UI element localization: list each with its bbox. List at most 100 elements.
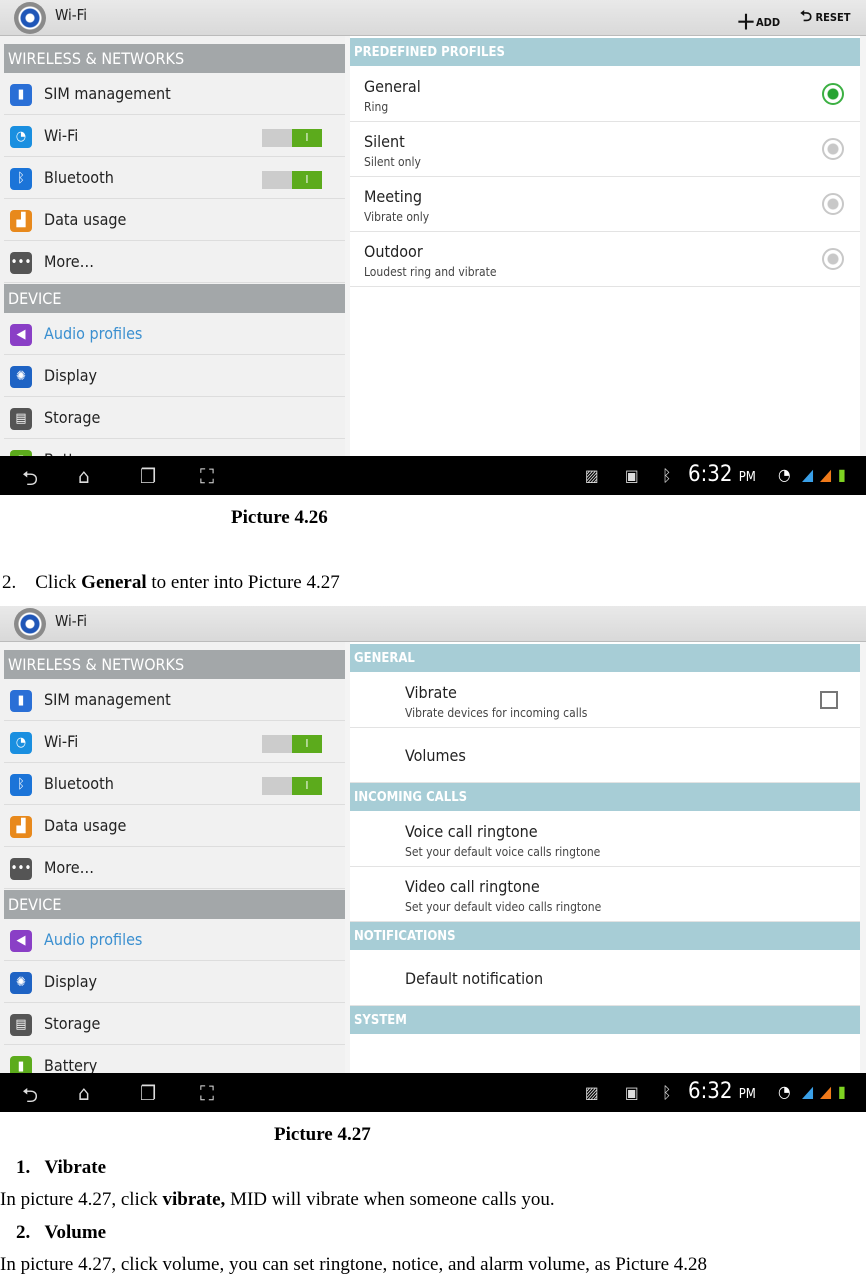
- step-2: 2. Click General to enter into Picture 4…: [2, 572, 340, 593]
- wifi-signal-icon: ◔: [778, 465, 791, 484]
- screenshot-icon[interactable]: ⛶: [200, 464, 214, 488]
- toggle-on: I: [292, 777, 322, 795]
- sidebar-item-label: Data usage: [44, 210, 127, 229]
- sidebar-item[interactable]: ▤ Storage: [4, 1004, 345, 1045]
- item-title: Outdoor: [364, 242, 423, 261]
- sim-icon: ▮: [10, 84, 32, 106]
- sim-icon: ▮: [10, 690, 32, 712]
- signal-2-icon: ◢: [820, 1082, 832, 1101]
- section-header: WIRELESS & NETWORKS: [4, 44, 345, 73]
- item-subtitle: Set your default voice calls ringtone: [405, 845, 601, 859]
- sidebar-item-label: Data usage: [44, 816, 127, 835]
- wifi-signal-icon: ◔: [778, 1082, 791, 1101]
- list-item[interactable]: Meeting Vibrate only: [350, 177, 860, 232]
- item-1-heading: 1. Vibrate: [16, 1157, 107, 1178]
- checkbox[interactable]: [820, 691, 838, 709]
- recent-apps-icon[interactable]: ❐: [140, 464, 156, 488]
- radio-button[interactable]: [822, 138, 844, 160]
- audio-icon: ◀: [10, 930, 32, 952]
- settings-sidebar: WIRELESS & NETWORKS ▮ SIM management ◔ Wi-Fi…: [0, 36, 345, 481]
- back-icon[interactable]: ⮌: [22, 1081, 38, 1112]
- title-bar: Wi-Fi ＋ADD ⮌ RESET: [0, 0, 866, 36]
- radio-button[interactable]: [822, 83, 844, 105]
- home-icon[interactable]: ⌂: [78, 1081, 89, 1105]
- screenshot-icon[interactable]: ⛶: [200, 1081, 214, 1105]
- list-item[interactable]: Volumes: [350, 728, 860, 783]
- settings-icon: [14, 608, 46, 640]
- title-text: Wi-Fi: [55, 612, 88, 630]
- sidebar-item[interactable]: ▮ SIM management: [4, 680, 345, 721]
- sidebar-item[interactable]: ✺ Display: [4, 962, 345, 1003]
- bluetooth-icon: ᛒ: [10, 774, 32, 796]
- add-button[interactable]: ＋ADD: [736, 6, 780, 35]
- toggle-switch[interactable]: I: [262, 171, 322, 189]
- title-text: Wi-Fi: [55, 6, 88, 24]
- signal-icon: ◢: [802, 1082, 814, 1101]
- sidebar-item-label: Storage: [44, 408, 101, 427]
- sidebar-item[interactable]: ᛒ Bluetooth I: [4, 764, 345, 805]
- item-subtitle: Loudest ring and vibrate: [364, 265, 497, 279]
- sidebar-item[interactable]: ✺ Display: [4, 356, 345, 397]
- sidebar-item[interactable]: ▮ SIM management: [4, 74, 345, 115]
- sidebar-item[interactable]: ◔ Wi-Fi I: [4, 722, 345, 763]
- item-subtitle: Silent only: [364, 155, 421, 169]
- more-icon: •••: [10, 858, 32, 880]
- sidebar-item[interactable]: ◀ Audio profiles: [4, 920, 345, 961]
- list-item[interactable]: General Ring: [350, 67, 860, 122]
- item-title: Meeting: [364, 187, 423, 206]
- sidebar-item[interactable]: ᛒ Bluetooth I: [4, 158, 345, 199]
- sidebar-item-label: Storage: [44, 1014, 101, 1033]
- sidebar-item-label: More…: [44, 252, 95, 271]
- sidebar-item[interactable]: ◀ Audio profiles: [4, 314, 345, 355]
- sidebar-item-label: Display: [44, 972, 98, 991]
- toggle-on: I: [292, 735, 322, 753]
- signal-icon: ◢: [802, 465, 814, 484]
- toggle-on: I: [292, 171, 322, 189]
- bluetooth-status-icon: ᛒ: [662, 466, 672, 485]
- sidebar-item[interactable]: ▟ Data usage: [4, 806, 345, 847]
- reset-button[interactable]: ⮌ RESET: [800, 6, 851, 31]
- sidebar-item[interactable]: ▤ Storage: [4, 398, 345, 439]
- section-header: NOTIFICATIONS: [350, 922, 860, 950]
- recent-apps-icon[interactable]: ❐: [140, 1081, 156, 1105]
- screenshot-picture-4-27: Wi-Fi WIRELESS & NETWORKS ▮ SIM management ◔…: [0, 606, 866, 1112]
- sidebar-item-label: Audio profiles: [44, 930, 143, 949]
- detail-panel: GENERAL Vibrate Vibrate devices for incomi…: [350, 642, 860, 1073]
- item-title: Video call ringtone: [405, 877, 540, 896]
- sidebar-item[interactable]: ▟ Data usage: [4, 200, 345, 241]
- title-bar: Wi-Fi: [0, 606, 866, 642]
- list-item[interactable]: Voice call ringtone Set your default voic…: [350, 812, 860, 867]
- home-icon[interactable]: ⌂: [78, 464, 89, 488]
- item-title: Silent: [364, 132, 405, 151]
- radio-button[interactable]: [822, 193, 844, 215]
- item-2-text: In picture 4.27, click volume, you can s…: [0, 1254, 708, 1275]
- sidebar-item-label: More…: [44, 858, 95, 877]
- section-header: DEVICE: [4, 284, 345, 313]
- settings-icon: [14, 2, 46, 34]
- list-item[interactable]: Silent Silent only: [350, 122, 860, 177]
- sidebar-item[interactable]: ◔ Wi-Fi I: [4, 116, 345, 157]
- sidebar-item[interactable]: ••• More…: [4, 848, 345, 889]
- section-header: PREDEFINED PROFILES: [350, 38, 860, 66]
- radio-button[interactable]: [822, 248, 844, 270]
- item-1-text: In picture 4.27, click vibrate, MID will…: [0, 1189, 555, 1210]
- undo-icon: ⮌: [800, 7, 813, 25]
- screenshot-picture-4-26: Wi-Fi ＋ADD ⮌ RESET WIRELESS & NETWORKS ▮ SIM …: [0, 0, 866, 495]
- toggle-switch[interactable]: I: [262, 777, 322, 795]
- toggle-switch[interactable]: I: [262, 129, 322, 147]
- list-item[interactable]: Video call ringtone Set your default vide…: [350, 867, 860, 922]
- item-subtitle: Vibrate only: [364, 210, 430, 224]
- back-icon[interactable]: ⮌: [22, 464, 38, 495]
- list-item[interactable]: Vibrate Vibrate devices for incoming call…: [350, 673, 860, 728]
- list-item[interactable]: Default notification: [350, 951, 860, 1006]
- toggle-switch[interactable]: I: [262, 735, 322, 753]
- data-usage-icon: ▟: [10, 210, 32, 232]
- sidebar-item[interactable]: ••• More…: [4, 242, 345, 283]
- list-item[interactable]: Outdoor Loudest ring and vibrate: [350, 232, 860, 287]
- gallery-icon: ▨: [585, 1083, 599, 1102]
- item-title: Volumes: [405, 746, 466, 765]
- sidebar-item-label: Display: [44, 366, 98, 385]
- message-icon: ▣: [625, 466, 639, 485]
- item-title: Vibrate: [405, 683, 457, 702]
- caption-picture-4-26: Picture 4.26: [231, 507, 328, 528]
